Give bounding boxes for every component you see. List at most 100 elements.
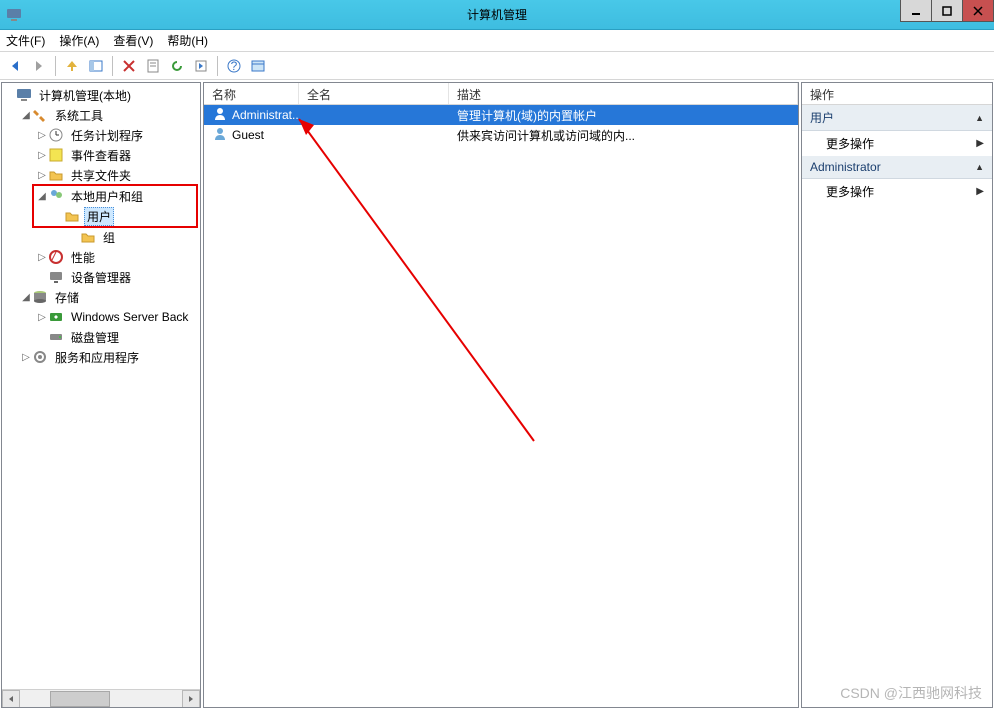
tree-label: 系统工具 xyxy=(52,106,106,125)
list-pane: 名称 全名 描述 Administrat... 管理计算机(域)的内置帐户 Gu… xyxy=(203,82,799,708)
scroll-thumb[interactable] xyxy=(50,691,110,707)
shared-folder-icon xyxy=(48,167,64,183)
tree-disk-management[interactable]: 磁盘管理 xyxy=(34,327,200,347)
tree-label: 组 xyxy=(100,228,118,247)
column-name[interactable]: 名称 xyxy=(204,83,299,104)
collapse-icon[interactable]: ▲ xyxy=(975,113,984,123)
minimize-button[interactable] xyxy=(900,0,932,22)
action-section-administrator[interactable]: Administrator ▲ xyxy=(802,156,992,179)
action-label: 更多操作 xyxy=(826,135,874,152)
app-icon xyxy=(6,7,22,23)
tree-label: 本地用户和组 xyxy=(68,187,146,206)
scroll-left-button[interactable] xyxy=(2,690,20,708)
scroll-right-button[interactable] xyxy=(182,690,200,708)
tree-groups[interactable]: 组 xyxy=(66,227,200,247)
list-header: 名称 全名 描述 xyxy=(204,83,798,105)
toolbar-separator xyxy=(112,56,113,76)
tree-local-users-groups[interactable]: ◢ 本地用户和组 xyxy=(34,186,196,206)
performance-icon xyxy=(48,249,64,265)
scroll-track[interactable] xyxy=(20,690,182,708)
tree-horizontal-scrollbar[interactable] xyxy=(2,689,200,707)
device-icon xyxy=(48,269,64,285)
close-button[interactable] xyxy=(962,0,994,22)
menubar: 文件(F) 操作(A) 查看(V) 帮助(H) xyxy=(0,30,994,52)
twisty-icon[interactable]: ▷ xyxy=(36,170,48,181)
services-icon xyxy=(32,349,48,365)
tree-label: 任务计划程序 xyxy=(68,126,146,145)
refresh-button[interactable] xyxy=(166,55,188,77)
collapse-icon[interactable]: ▲ xyxy=(975,162,984,172)
folder-icon xyxy=(64,208,80,224)
up-button[interactable] xyxy=(61,55,83,77)
storage-icon xyxy=(32,289,48,305)
column-description[interactable]: 描述 xyxy=(449,83,798,104)
cell-name: Guest xyxy=(204,126,299,145)
toolbar: ? xyxy=(0,52,994,80)
section-title-text: 用户 xyxy=(810,109,834,126)
tree-label: 计算机管理(本地) xyxy=(36,86,134,105)
submenu-arrow-icon: ▶ xyxy=(976,186,984,197)
list-row[interactable]: Administrat... 管理计算机(域)的内置帐户 xyxy=(204,105,798,125)
twisty-icon[interactable]: ◢ xyxy=(20,110,32,121)
tree-label: 存储 xyxy=(52,288,82,307)
twisty-icon[interactable]: ▷ xyxy=(36,252,48,263)
export-button[interactable] xyxy=(190,55,212,77)
cell-text: Administrat... xyxy=(232,108,299,122)
cell-description: 管理计算机(域)的内置帐户 xyxy=(449,107,798,124)
delete-button[interactable] xyxy=(118,55,140,77)
tree-pane: 计算机管理(本地) ◢ 系统工具 ▷ 任务计划程序 xyxy=(1,82,201,708)
cell-description: 供来宾访问计算机或访问域的内... xyxy=(449,127,798,144)
tree-device-manager[interactable]: 设备管理器 xyxy=(34,267,200,287)
tree-shared-folders[interactable]: ▷ 共享文件夹 xyxy=(34,165,200,185)
tree-task-scheduler[interactable]: ▷ 任务计划程序 xyxy=(34,125,200,145)
back-button[interactable] xyxy=(4,55,26,77)
maximize-button[interactable] xyxy=(931,0,963,22)
tree-users[interactable]: 用户 xyxy=(50,206,196,226)
tree-label: 性能 xyxy=(68,248,98,267)
tree-label: 用户 xyxy=(84,207,114,226)
console-tree[interactable]: 计算机管理(本地) ◢ 系统工具 ▷ 任务计划程序 xyxy=(2,83,200,369)
tree-windows-server-backup[interactable]: ▷ Windows Server Back xyxy=(34,307,200,327)
main-body: 计算机管理(本地) ◢ 系统工具 ▷ 任务计划程序 xyxy=(0,80,994,709)
menu-file[interactable]: 文件(F) xyxy=(6,32,45,49)
actions-pane: 操作 用户 ▲ 更多操作 ▶ Administrator ▲ 更多操作 ▶ xyxy=(801,82,993,708)
user-icon xyxy=(212,126,228,145)
view-button[interactable] xyxy=(247,55,269,77)
tree-label: 设备管理器 xyxy=(68,268,134,287)
submenu-arrow-icon: ▶ xyxy=(976,138,984,149)
folder-icon xyxy=(80,229,96,245)
twisty-icon[interactable]: ▷ xyxy=(20,352,32,363)
twisty-icon[interactable]: ◢ xyxy=(36,191,48,202)
svg-text:?: ? xyxy=(231,59,238,73)
tree-label: 服务和应用程序 xyxy=(52,348,142,367)
tree-root[interactable]: 计算机管理(本地) xyxy=(2,85,200,105)
tree-event-viewer[interactable]: ▷ 事件查看器 xyxy=(34,145,200,165)
twisty-icon[interactable]: ▷ xyxy=(36,130,48,141)
list-row[interactable]: Guest 供来宾访问计算机或访问域的内... xyxy=(204,125,798,145)
menu-view[interactable]: 查看(V) xyxy=(113,32,153,49)
tree-system-tools[interactable]: ◢ 系统工具 xyxy=(18,105,200,125)
cell-name: Administrat... xyxy=(204,106,299,125)
twisty-icon[interactable]: ▷ xyxy=(36,150,48,161)
properties-button[interactable] xyxy=(142,55,164,77)
tree-storage[interactable]: ◢ 存储 xyxy=(18,287,200,307)
twisty-icon[interactable]: ▷ xyxy=(36,312,48,323)
menu-action[interactable]: 操作(A) xyxy=(59,32,99,49)
tree-performance[interactable]: ▷ 性能 xyxy=(34,247,200,267)
action-more-users[interactable]: 更多操作 ▶ xyxy=(802,131,992,156)
action-label: 更多操作 xyxy=(826,183,874,200)
toolbar-separator xyxy=(55,56,56,76)
show-hide-button[interactable] xyxy=(85,55,107,77)
twisty-icon[interactable]: ◢ xyxy=(20,292,32,303)
help-button[interactable]: ? xyxy=(223,55,245,77)
action-more-administrator[interactable]: 更多操作 ▶ xyxy=(802,179,992,204)
window-controls xyxy=(901,0,994,22)
tree-services-apps[interactable]: ▷ 服务和应用程序 xyxy=(18,347,200,367)
action-section-users[interactable]: 用户 ▲ xyxy=(802,105,992,131)
forward-button[interactable] xyxy=(28,55,50,77)
backup-icon xyxy=(48,309,64,325)
column-fullname[interactable]: 全名 xyxy=(299,83,449,104)
menu-help[interactable]: 帮助(H) xyxy=(167,32,208,49)
annotation-red-arrow xyxy=(204,83,799,583)
tree-label: 共享文件夹 xyxy=(68,166,134,185)
